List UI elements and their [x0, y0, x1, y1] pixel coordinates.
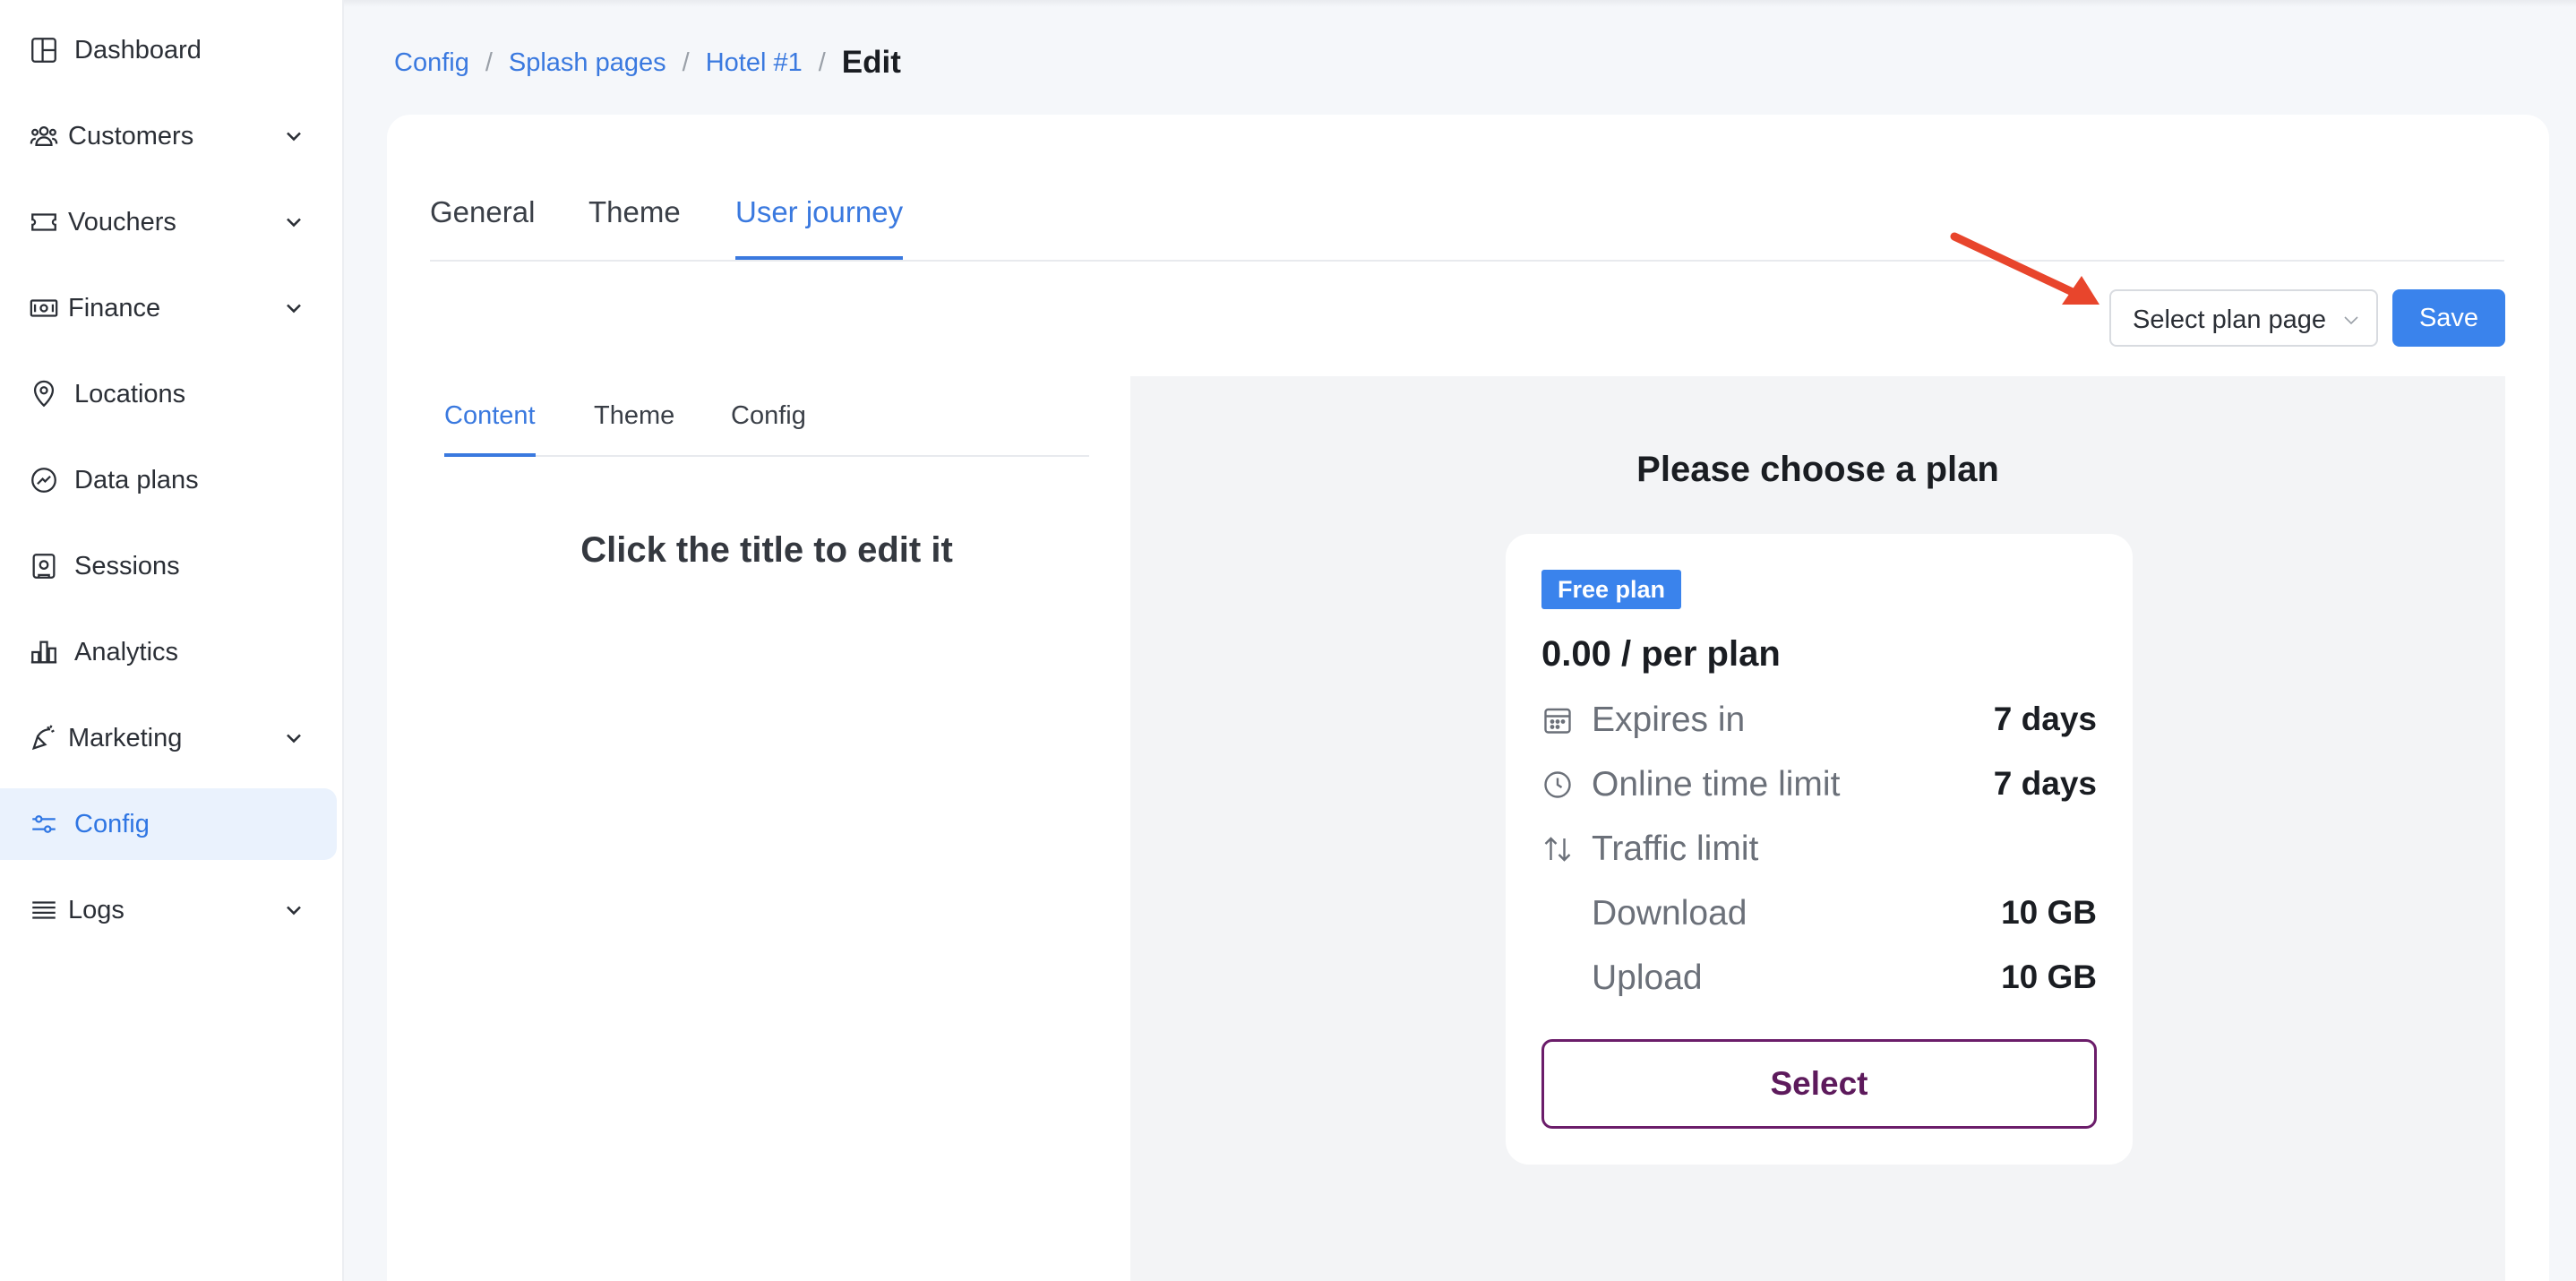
chevron-down-icon — [2340, 309, 2362, 331]
plan-row-value: 7 days — [1993, 765, 2097, 802]
breadcrumb-separator: / — [682, 47, 690, 77]
sidebar-item-label: Config — [74, 810, 150, 838]
edit-hint-title[interactable]: Click the title to edit it — [444, 530, 1089, 571]
chevron-down-icon — [281, 898, 306, 923]
tab-theme[interactable]: Theme — [588, 195, 681, 260]
plan-row-value: 10 GB — [2001, 959, 2097, 995]
sidebar-item-analytics[interactable]: Analytics — [0, 616, 337, 688]
subtab-config[interactable]: Config — [731, 401, 806, 457]
tab-user-journey[interactable]: User journey — [735, 195, 904, 260]
location-pin-icon — [29, 379, 59, 409]
main-tabs: General Theme User journey — [430, 179, 2504, 262]
sidebar-item-config[interactable]: Config — [0, 788, 337, 860]
save-button[interactable]: Save — [2392, 289, 2505, 347]
preview-title[interactable]: Please choose a plan — [1130, 450, 2505, 490]
breadcrumb-hotel[interactable]: Hotel #1 — [706, 48, 803, 78]
marketing-icon — [29, 723, 59, 753]
sidebar-item-locations[interactable]: Locations — [0, 358, 337, 430]
top-shadow — [344, 0, 2576, 7]
plan-row-label: Traffic limit — [1592, 830, 1759, 868]
plan-page-select[interactable]: Select plan page — [2109, 289, 2378, 347]
sidebar-item-label: Data plans — [74, 466, 199, 494]
sidebar-item-label: Sessions — [74, 552, 180, 580]
plan-row-label: Expires in — [1592, 701, 1746, 739]
tab-general[interactable]: General — [430, 195, 535, 260]
plan-row-label: Online time limit — [1592, 765, 1841, 804]
plan-row-download: Download 10 GB — [1541, 890, 2097, 937]
config-sliders-icon — [29, 809, 59, 839]
sidebar-item-marketing[interactable]: Marketing — [0, 702, 337, 774]
breadcrumb-config[interactable]: Config — [394, 48, 469, 78]
finance-icon — [29, 293, 59, 323]
sidebar-item-dashboard[interactable]: Dashboard — [0, 14, 337, 86]
breadcrumb-separator: / — [485, 47, 493, 77]
subtab-content[interactable]: Content — [444, 401, 536, 457]
breadcrumb-separator: / — [818, 47, 826, 77]
sessions-icon — [29, 551, 59, 581]
sidebar-item-label: Analytics — [74, 638, 179, 666]
sidebar-item-label: Logs — [68, 896, 125, 924]
chevron-down-icon — [281, 296, 306, 321]
page-title: Edit — [841, 45, 901, 80]
sidebar-item-label: Marketing — [68, 724, 183, 752]
plan-row-value: 10 GB — [2001, 894, 2097, 931]
sidebar-item-label: Customers — [68, 122, 194, 150]
dashboard-icon — [29, 35, 59, 65]
subtab-theme[interactable]: Theme — [594, 401, 674, 457]
chevron-down-icon — [281, 726, 306, 751]
voucher-icon — [29, 207, 59, 237]
sidebar-item-sessions[interactable]: Sessions — [0, 530, 337, 602]
sidebar-item-logs[interactable]: Logs — [0, 874, 337, 946]
plan-row-expires: Expires in 7 days — [1541, 697, 2097, 744]
analytics-icon — [29, 637, 59, 667]
customers-icon — [29, 121, 59, 151]
clock-icon — [1541, 769, 1574, 801]
transfer-arrows-icon — [1541, 833, 1574, 865]
data-plans-icon — [29, 465, 59, 495]
sidebar-item-label: Dashboard — [74, 36, 202, 64]
plan-select-button[interactable]: Select — [1541, 1039, 2097, 1129]
plan-row-label: Download — [1592, 894, 1747, 933]
breadcrumb-splash-pages[interactable]: Splash pages — [509, 48, 666, 78]
sidebar-item-label: Locations — [74, 380, 186, 408]
plan-row-online-time: Online time limit 7 days — [1541, 761, 2097, 808]
sub-tabs: Content Theme Config — [444, 387, 1089, 457]
plan-price: 0.00 / per plan — [1541, 634, 1781, 674]
annotation-arrow-icon — [1950, 232, 2099, 305]
sidebar-item-vouchers[interactable]: Vouchers — [0, 186, 337, 258]
plan-row-traffic-limit: Traffic limit — [1541, 826, 2097, 873]
plan-badge: Free plan — [1541, 570, 1681, 609]
sidebar-item-finance[interactable]: Finance — [0, 272, 337, 344]
sidebar-item-data-plans[interactable]: Data plans — [0, 444, 337, 516]
chevron-down-icon — [281, 124, 306, 149]
chevron-down-icon — [281, 210, 306, 235]
calendar-icon — [1541, 704, 1574, 736]
sidebar-item-label: Finance — [68, 294, 161, 322]
plan-page-select-label: Select plan page — [2133, 305, 2327, 334]
logs-icon — [29, 895, 59, 925]
sidebar-item-label: Vouchers — [68, 208, 176, 236]
breadcrumb: Config / Splash pages / Hotel #1 / Edit — [394, 43, 901, 82]
sidebar: Dashboard Customers Vouchers Finance Loc… — [0, 0, 344, 1281]
plan-row-label: Upload — [1592, 959, 1703, 997]
plan-row-upload: Upload 10 GB — [1541, 955, 2097, 1002]
sidebar-item-customers[interactable]: Customers — [0, 100, 337, 172]
plan-row-value: 7 days — [1993, 701, 2097, 737]
